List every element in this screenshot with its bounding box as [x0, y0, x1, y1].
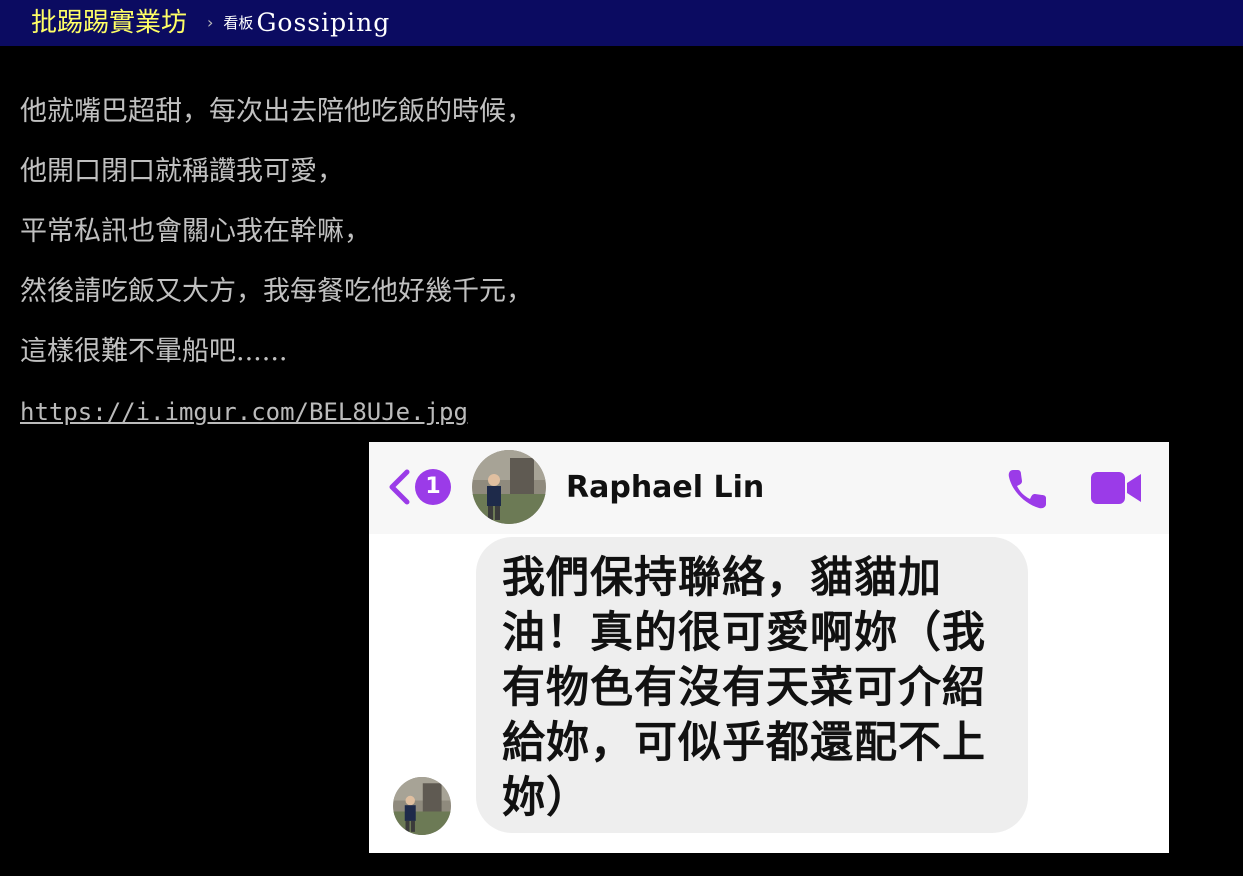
- sender-avatar[interactable]: [393, 777, 451, 835]
- message-line: 給妳，可似乎都還配不上: [502, 718, 986, 768]
- image-link[interactable]: https://i.imgur.com/BEL8UJe.jpg: [20, 382, 1220, 442]
- breadcrumb-separator-icon: ›: [207, 13, 214, 32]
- call-button[interactable]: [1003, 464, 1053, 514]
- message-bubble: 我們保持聯絡，貓貓加 油！真的很可愛啊妳（我 有物色有沒有天菜可介紹 給妳，可似…: [476, 537, 1028, 833]
- site-name-link[interactable]: 批踢踢實業坊: [31, 0, 187, 46]
- post-content: 他就嘴巴超甜，每次出去陪他吃飯的時候， 他開口閉口就稱讚我可愛， 平常私訊也會關…: [20, 82, 1220, 442]
- post-line: 他開口閉口就稱讚我可愛，: [20, 156, 344, 187]
- post-line: 他就嘴巴超甜，每次出去陪他吃飯的時候，: [20, 96, 533, 127]
- post-line: 這樣很難不暈船吧......: [20, 336, 288, 367]
- video-call-button[interactable]: [1089, 468, 1145, 508]
- message-line: 我們保持聯絡，貓貓加: [502, 553, 942, 603]
- contact-name: Raphael Lin: [566, 470, 765, 505]
- message-line: 妳）: [502, 773, 590, 823]
- embedded-chat-image: 1 Raphael Lin 我們保持聯絡，貓貓加 油！真的很可愛啊妳（我 有物色…: [369, 442, 1169, 853]
- board-prefix-label: 看板: [223, 14, 254, 32]
- chat-header: 1 Raphael Lin: [369, 442, 1169, 534]
- back-button[interactable]: 1: [385, 466, 455, 508]
- contact-avatar[interactable]: [472, 450, 546, 524]
- message-line: 有物色有沒有天菜可介紹: [502, 663, 986, 713]
- post-line: 平常私訊也會關心我在幹嘛，: [20, 216, 371, 247]
- post-line: 然後請吃飯又大方，我每餐吃他好幾千元，: [20, 276, 533, 307]
- back-chevron-icon: [389, 469, 410, 505]
- top-bar: 批踢踢實業坊 › 看板 Gossiping: [0, 0, 1243, 46]
- board-name-link[interactable]: Gossiping: [256, 0, 390, 46]
- unread-count-badge: 1: [415, 469, 451, 505]
- message-line: 油！真的很可愛啊妳（我: [502, 608, 986, 658]
- phone-icon: [1008, 470, 1046, 509]
- video-camera-icon: [1091, 472, 1141, 504]
